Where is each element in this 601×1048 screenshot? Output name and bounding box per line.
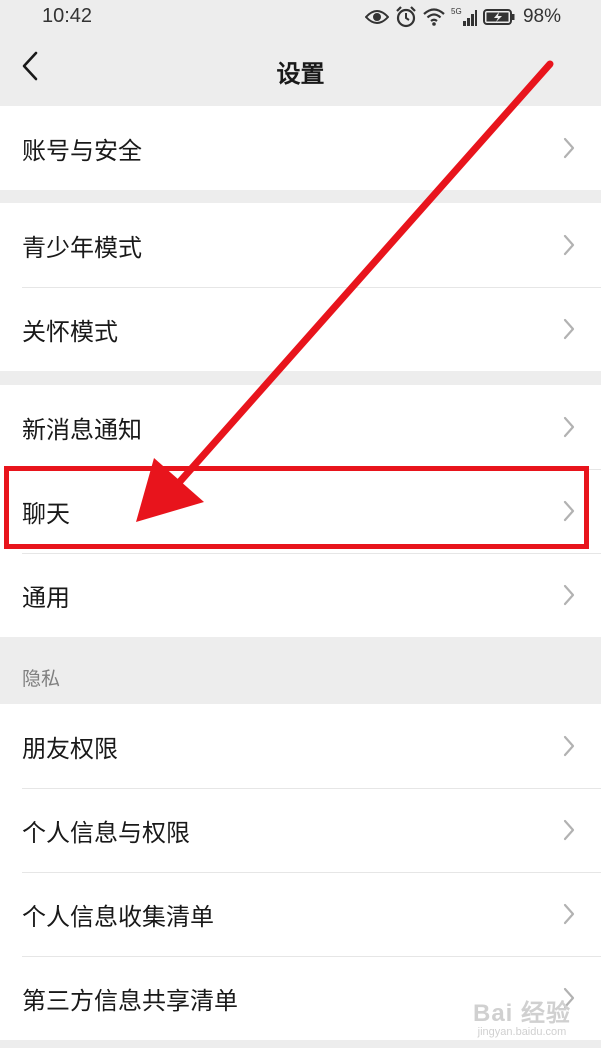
eye-icon [364, 9, 389, 25]
settings-item-label: 关怀模式 [22, 317, 118, 346]
settings-item-label: 聊天 [22, 499, 70, 528]
chevron-right-icon [563, 137, 575, 163]
status-icons: 5G 98% [364, 4, 561, 30]
status-time: 10:42 [42, 5, 93, 27]
settings-item-label: 朋友权限 [22, 734, 118, 763]
settings-group-general: 新消息通知 聊天 通用 [0, 385, 601, 637]
settings-item-personal-info-list[interactable]: 个人信息收集清单 [0, 872, 601, 956]
battery-percent: 98% [522, 6, 561, 27]
settings-item-label: 账号与安全 [22, 136, 142, 165]
nav-bar: 设置 [0, 36, 601, 104]
watermark: Bai 经验 jingyan.baidu.com [473, 993, 571, 1038]
chevron-right-icon [563, 318, 575, 344]
settings-item-teen-mode[interactable]: 青少年模式 [0, 203, 601, 287]
wifi-icon [423, 8, 445, 26]
settings-group-modes: 青少年模式 关怀模式 [0, 203, 601, 371]
chevron-right-icon [563, 903, 575, 929]
cellular-5g-icon: 5G [451, 7, 477, 27]
settings-item-label: 个人信息收集清单 [22, 902, 214, 931]
battery-charging-icon [482, 9, 515, 25]
chevron-right-icon [563, 735, 575, 761]
settings-item-label: 新消息通知 [22, 415, 142, 444]
status-bar: 10:42 5G 98% [0, 0, 601, 36]
settings-item-label: 青少年模式 [22, 233, 142, 262]
watermark-url: jingyan.baidu.com [477, 1026, 567, 1038]
settings-item-label: 第三方信息共享清单 [22, 986, 238, 1015]
watermark-logo: Bai 经验 [472, 1000, 571, 1027]
settings-item-general[interactable]: 通用 [0, 553, 601, 637]
settings-item-account-security[interactable]: 账号与安全 [0, 106, 601, 190]
alarm-icon [395, 6, 417, 28]
settings-item-chat[interactable]: 聊天 [0, 469, 601, 553]
settings-item-label: 个人信息与权限 [22, 818, 190, 847]
settings-group-privacy: 朋友权限 个人信息与权限 个人信息收集清单 第三方信息共享清单 [0, 704, 601, 1040]
settings-item-care-mode[interactable]: 关怀模式 [0, 287, 601, 371]
settings-group-account: 账号与安全 [0, 106, 601, 190]
chevron-right-icon [563, 500, 575, 526]
chevron-right-icon [563, 819, 575, 845]
settings-item-personal-info-permissions[interactable]: 个人信息与权限 [0, 788, 601, 872]
settings-item-label: 通用 [22, 583, 70, 612]
section-header-privacy: 隐私 [22, 668, 61, 690]
settings-item-friend-permissions[interactable]: 朋友权限 [0, 704, 601, 788]
chevron-right-icon [563, 234, 575, 260]
chevron-right-icon [563, 584, 575, 610]
settings-item-notifications[interactable]: 新消息通知 [0, 385, 601, 469]
svg-text:5G: 5G [451, 7, 462, 16]
page-title: 设置 [276, 60, 325, 88]
chevron-right-icon [563, 416, 575, 442]
